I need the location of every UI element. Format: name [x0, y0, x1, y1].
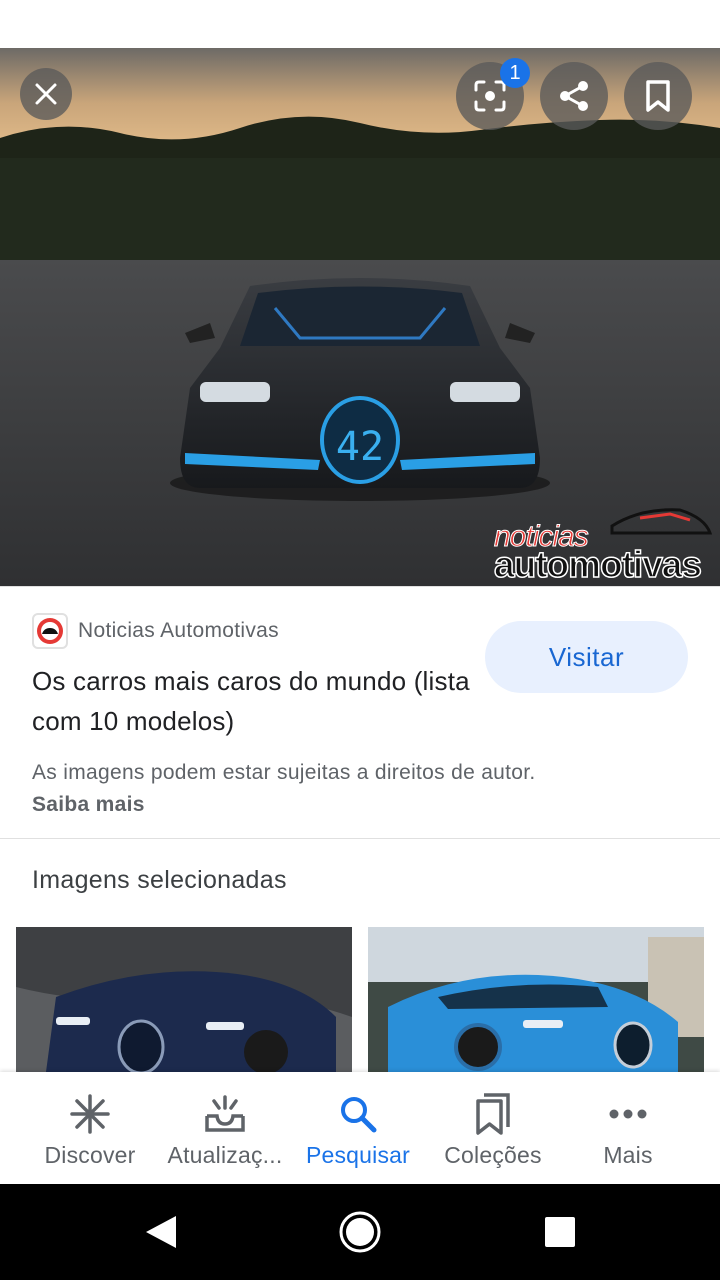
- nav-discover[interactable]: Discover: [40, 1072, 140, 1184]
- tray-updates-icon: [203, 1092, 247, 1136]
- bookmark-icon: [646, 80, 670, 112]
- image-viewer[interactable]: 42 noticias automotivas 1: [0, 48, 720, 586]
- nav-label: Discover: [44, 1142, 136, 1168]
- visit-button[interactable]: Visitar: [485, 621, 688, 693]
- bottom-navigation: Discover Atualizaç... Pesquisar Coleções…: [0, 1072, 720, 1184]
- related-image-2[interactable]: [368, 927, 704, 1072]
- more-dots-icon: [606, 1092, 650, 1136]
- nav-more[interactable]: Mais: [578, 1072, 678, 1184]
- car-logo-icon: [37, 618, 63, 644]
- close-icon: [35, 83, 57, 105]
- status-bar: [0, 0, 720, 48]
- grille-number: 42: [336, 424, 384, 470]
- source-row[interactable]: Noticias Automotivas: [32, 613, 279, 649]
- car-image: 42: [0, 48, 720, 586]
- nav-label: Mais: [603, 1142, 653, 1168]
- nav-updates[interactable]: Atualizaç...: [160, 1072, 290, 1184]
- lens-icon: [474, 80, 506, 112]
- back-icon[interactable]: [146, 1216, 176, 1248]
- section-divider: [0, 838, 720, 839]
- result-info-panel: Noticias Automotivas Os carros mais caro…: [0, 586, 720, 838]
- learn-more-link[interactable]: Saiba mais: [32, 793, 145, 817]
- share-icon: [560, 81, 588, 111]
- related-car-image: [16, 927, 352, 1072]
- asterisk-icon: [68, 1092, 112, 1136]
- close-button[interactable]: [20, 68, 72, 120]
- related-image-1[interactable]: [16, 927, 352, 1072]
- page-title[interactable]: Os carros mais caros do mundo (lista com…: [32, 661, 472, 741]
- bookmarks-icon: [471, 1092, 515, 1136]
- copyright-notice: As imagens podem estar sujeitas a direit…: [32, 761, 536, 784]
- nav-collections[interactable]: Coleções: [436, 1072, 550, 1184]
- watermark-bottom: automotivas: [493, 543, 702, 586]
- nav-search[interactable]: Pesquisar: [300, 1072, 416, 1184]
- related-images-title: Imagens selecionadas: [32, 866, 287, 894]
- related-car-image: [368, 927, 704, 1072]
- recents-icon[interactable]: [545, 1217, 575, 1247]
- save-button[interactable]: [624, 62, 692, 130]
- source-favicon: [32, 613, 68, 649]
- home-icon[interactable]: [339, 1211, 381, 1253]
- nav-label: Coleções: [444, 1142, 542, 1168]
- source-name: Noticias Automotivas: [78, 619, 279, 642]
- system-navigation-bar: [0, 1184, 720, 1280]
- share-button[interactable]: [540, 62, 608, 130]
- nav-label: Pesquisar: [305, 1142, 411, 1168]
- lens-count-badge: 1: [500, 58, 530, 88]
- search-icon: [336, 1092, 380, 1136]
- nav-label: Atualizaç...: [167, 1142, 283, 1168]
- source-watermark: noticias automotivas: [493, 512, 716, 586]
